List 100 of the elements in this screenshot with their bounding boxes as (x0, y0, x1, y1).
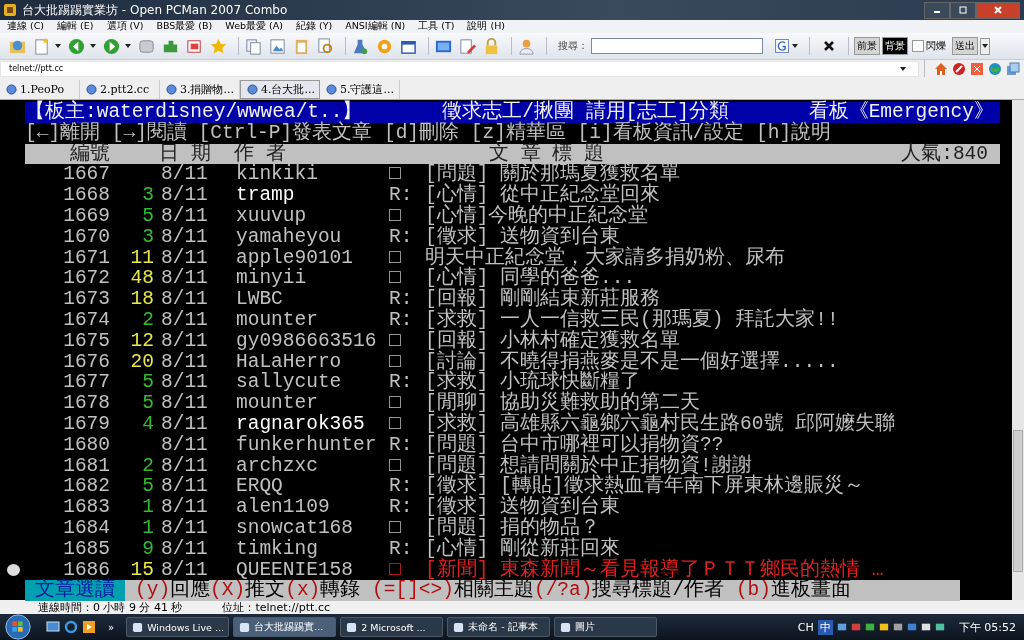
post-date: 8/11 (161, 308, 208, 331)
globe-icon[interactable] (988, 61, 1002, 76)
post-number: 1685 (63, 537, 110, 560)
desktop-icon[interactable] (46, 620, 60, 634)
post-author[interactable]: QUEENIE158 (236, 558, 354, 581)
menu-item[interactable]: ANSI編輯 (N) (345, 20, 406, 33)
post-number: 1677 (63, 371, 110, 394)
caret-icon[interactable] (900, 66, 906, 71)
post-author[interactable]: minyii (236, 267, 307, 290)
stop-icon[interactable] (952, 61, 966, 76)
push-count: 3 (142, 225, 154, 248)
pencil-icon[interactable] (458, 36, 477, 56)
post-mark: □ (389, 516, 401, 539)
send-dropdown-button[interactable] (980, 37, 990, 55)
tab[interactable]: 1.PeoPo (0, 80, 80, 99)
app-icon (239, 621, 251, 633)
caret-icon[interactable] (55, 44, 61, 48)
search-icon[interactable] (316, 36, 335, 56)
tray-icon[interactable] (836, 622, 847, 632)
post-author[interactable]: yamaheyou (236, 225, 342, 248)
menu-item[interactable]: 紀錄 (Y) (295, 20, 333, 33)
post-date: 8/11 (161, 537, 208, 560)
post-mark: □ (389, 163, 401, 186)
post-author[interactable]: ERQQ (236, 475, 283, 498)
tray-icon[interactable] (934, 622, 945, 632)
post-author[interactable]: timking (236, 537, 318, 560)
tray-icon[interactable] (892, 622, 903, 632)
ime-indicator[interactable]: 中 (817, 619, 833, 635)
close-icon[interactable] (823, 40, 835, 52)
globe-icon (86, 84, 97, 95)
browser-icon[interactable] (64, 620, 78, 634)
menu-item[interactable]: 說明 (H) (467, 20, 506, 33)
menu-item[interactable]: 編輯 (E) (57, 20, 94, 33)
post-author[interactable]: funkerhunter (236, 433, 377, 456)
post-author[interactable]: apple90101 (236, 246, 354, 269)
post-author[interactable]: gy0986663516 (236, 329, 377, 352)
media-icon[interactable] (82, 620, 96, 634)
background-button[interactable]: 背景 (882, 37, 908, 55)
taskbar-button[interactable]: 圖片 (554, 617, 658, 637)
push-count: 18 (130, 288, 154, 311)
tray-icon[interactable] (864, 622, 875, 632)
foreground-button[interactable]: 前景 (854, 37, 880, 55)
taskbar-button[interactable]: Windows Live ... (126, 617, 230, 637)
post-author[interactable]: ragnarok365 (236, 412, 365, 435)
close-button[interactable] (976, 1, 1020, 19)
scrollbar[interactable] (1012, 100, 1024, 600)
caret-icon[interactable] (90, 44, 96, 48)
post-author[interactable]: snowcat168 (236, 516, 354, 539)
post-author[interactable]: mounter (236, 308, 318, 331)
post-author[interactable]: tramp (236, 184, 295, 207)
post-date: 8/11 (161, 329, 208, 352)
post-number: 1668 (63, 184, 110, 207)
search-engine-icon[interactable] (775, 39, 789, 53)
send-button[interactable]: 送出 (952, 37, 978, 55)
post-author[interactable]: xuuvup (236, 205, 307, 227)
caret-icon[interactable] (792, 44, 798, 48)
menu-item[interactable]: 連線 (C) (7, 20, 45, 33)
taskbar-button[interactable]: 2 Microsoft ... (340, 617, 444, 637)
tray-icon[interactable] (920, 622, 931, 632)
post-author[interactable]: mounter (236, 392, 318, 415)
post-number: 1671 (63, 246, 110, 269)
maximize-button[interactable] (950, 1, 976, 19)
tab[interactable]: 2.ptt2.cc (80, 80, 160, 99)
menu-item[interactable]: 工具 (T) (418, 20, 455, 33)
star-icon[interactable] (209, 36, 228, 56)
search-field[interactable] (591, 38, 763, 54)
post-author[interactable]: kinkiki (236, 163, 318, 186)
post-author[interactable]: sallycute (236, 371, 342, 394)
tab[interactable]: 4.台大批... (240, 80, 320, 99)
menu-item[interactable]: Web最愛 (A) (225, 20, 283, 33)
tab[interactable]: 5.守護這... (320, 80, 400, 99)
taskbar-button[interactable]: 未命名 - 記事本 (447, 617, 551, 637)
post-author[interactable]: alen1109 (236, 496, 330, 519)
blink-checkbox[interactable] (912, 40, 924, 52)
globe-icon (166, 84, 177, 95)
home-icon[interactable] (934, 61, 948, 76)
copy-icon[interactable] (244, 36, 263, 56)
taskbar-button[interactable]: 台大批踢踢實... (233, 617, 337, 637)
post-date: 8/11 (161, 516, 208, 539)
address-field[interactable]: telnet://ptt.cc (0, 60, 919, 77)
close-page-icon[interactable] (970, 61, 984, 76)
tray-icon[interactable] (878, 622, 889, 632)
menu-item[interactable]: BBS最愛 (B) (156, 20, 213, 33)
language-indicator[interactable]: CH (797, 620, 814, 634)
overflow-button[interactable]: » (108, 621, 115, 633)
app-icon (346, 621, 358, 633)
post-author[interactable]: LWBC (236, 288, 283, 311)
windows-icon[interactable] (1006, 61, 1020, 76)
column-header: 作 者 (234, 143, 286, 165)
picture-icon[interactable] (268, 36, 287, 56)
menu-item[interactable]: 選項 (V) (106, 20, 144, 33)
post-author[interactable]: HaLaHerro (236, 350, 342, 373)
start-button[interactable] (4, 613, 32, 640)
post-date: 8/11 (161, 558, 208, 581)
app-icon (3, 3, 17, 17)
caret-icon[interactable] (125, 44, 131, 48)
push-count: 2 (142, 454, 154, 477)
post-date: 8/11 (161, 246, 208, 269)
minimize-button[interactable] (924, 1, 950, 19)
post-author[interactable]: archzxc (236, 454, 318, 477)
